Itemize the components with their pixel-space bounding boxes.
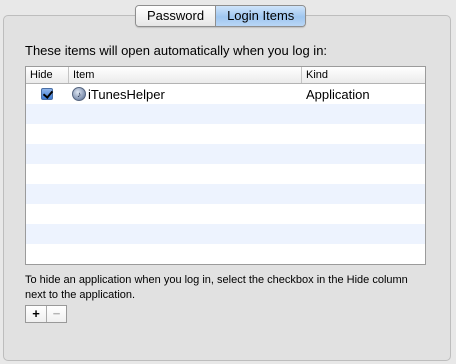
itunes-helper-icon: ♪	[72, 87, 86, 101]
item-cell: ♪ iTunesHelper	[68, 87, 301, 102]
tab-bar: Password Login Items	[135, 5, 307, 27]
column-header-kind[interactable]: Kind	[301, 67, 425, 83]
tab-login-items[interactable]: Login Items	[215, 6, 306, 26]
table-row[interactable]: ♪ iTunesHelper Application	[26, 84, 425, 104]
empty-row	[26, 164, 425, 184]
kind-cell: Application	[306, 86, 370, 102]
table-header: Hide Item Kind	[26, 67, 425, 84]
hide-checkbox[interactable]	[41, 88, 53, 100]
empty-row	[26, 224, 425, 244]
column-header-hide[interactable]: Hide	[26, 67, 68, 83]
hide-cell	[26, 88, 68, 100]
empty-row	[26, 244, 425, 264]
add-remove-buttons: + −	[25, 305, 67, 323]
remove-button[interactable]: −	[46, 306, 66, 322]
login-items-table[interactable]: Hide Item Kind ♪ iTunesHelper Applicatio…	[25, 66, 426, 265]
tab-password[interactable]: Password	[136, 6, 216, 26]
empty-row	[26, 184, 425, 204]
empty-row	[26, 204, 425, 224]
item-name: iTunesHelper	[88, 86, 165, 102]
empty-row	[26, 124, 425, 144]
intro-text: These items will open automatically when…	[25, 43, 328, 58]
column-header-item[interactable]: Item	[68, 67, 301, 83]
help-text: To hide an application when you log in, …	[25, 274, 408, 301]
empty-row	[26, 144, 425, 164]
empty-row	[26, 104, 425, 124]
add-button[interactable]: +	[26, 306, 46, 322]
